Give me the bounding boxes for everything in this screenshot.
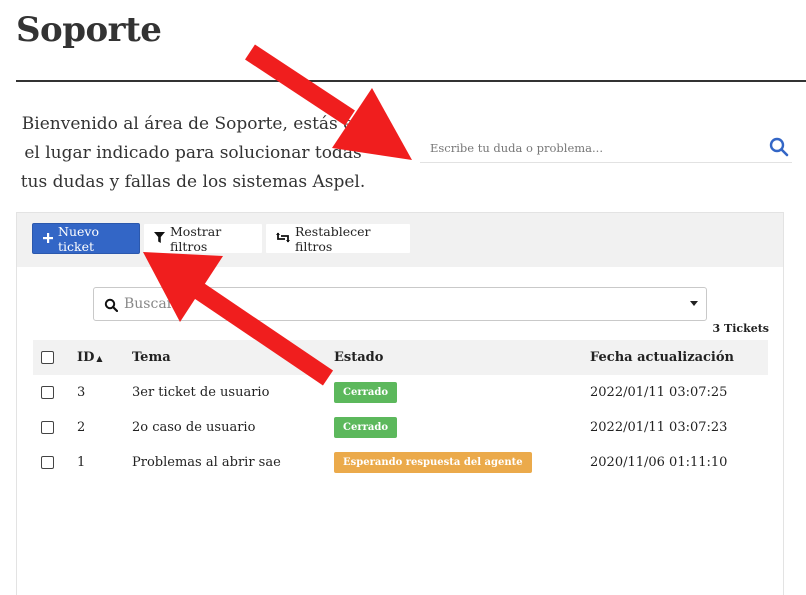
ticket-tema[interactable]: 3er ticket de usuario xyxy=(132,375,334,410)
sort-asc-icon: ▲ xyxy=(96,352,103,363)
tickets-toolbar: Nuevo ticket Mostrar filtros Restablecer… xyxy=(17,213,783,267)
ticket-estado-cell: Cerrado xyxy=(334,410,590,445)
show-filters-button[interactable]: Mostrar filtros xyxy=(143,223,263,254)
ticket-fecha: 2022/01/11 03:07:25 xyxy=(590,385,728,400)
ticket-search-combobox[interactable] xyxy=(93,287,707,321)
column-header-fecha[interactable]: Fecha actualización xyxy=(590,340,768,375)
ticket-estado-cell: Esperando respuesta del agente xyxy=(334,445,590,480)
status-badge: Esperando respuesta del agente xyxy=(334,452,532,473)
search-icon[interactable] xyxy=(768,136,790,158)
ticket-fecha: 2020/11/06 01:11:10 xyxy=(590,455,728,470)
table-row[interactable]: 3 3er ticket de usuario Cerrado 2022/01/… xyxy=(33,375,768,410)
new-ticket-button[interactable]: Nuevo ticket xyxy=(32,223,140,254)
column-header-tema[interactable]: Tema xyxy=(132,340,334,375)
column-header-id[interactable]: ID ▲ xyxy=(77,340,132,375)
status-badge: Cerrado xyxy=(334,417,397,438)
tickets-panel: Nuevo ticket Mostrar filtros Restablecer… xyxy=(16,212,784,595)
ticket-tema[interactable]: Problemas al abrir sae xyxy=(132,445,334,480)
row-select-cell xyxy=(33,410,77,445)
select-all-checkbox[interactable] xyxy=(41,351,54,364)
filter-icon xyxy=(154,231,165,246)
retweet-icon xyxy=(276,231,290,246)
search-icon xyxy=(104,297,119,316)
row-select-cell xyxy=(33,375,77,410)
reset-filters-button[interactable]: Restablecer filtros xyxy=(265,223,411,254)
row-checkbox[interactable] xyxy=(41,421,54,434)
select-all-cell xyxy=(33,340,77,375)
ticket-id: 3 xyxy=(77,385,86,400)
status-badge: Cerrado xyxy=(334,382,397,403)
plus-icon xyxy=(43,231,53,246)
page-title: Soporte xyxy=(16,10,162,50)
table-row[interactable]: 2 2o caso de usuario Cerrado 2022/01/11 … xyxy=(33,410,768,445)
help-search-bar xyxy=(420,133,792,163)
help-search-input[interactable] xyxy=(430,139,750,157)
ticket-id: 1 xyxy=(77,455,86,470)
welcome-text: Bienvenido al área de Soporte, estás en … xyxy=(20,114,366,192)
tickets-table: ID ▲ Tema Estado Fecha actualización 3 3e… xyxy=(33,340,768,480)
table-row[interactable]: 1 Problemas al abrir sae Esperando respu… xyxy=(33,445,768,480)
new-ticket-label: Nuevo ticket xyxy=(58,223,99,254)
column-header-estado[interactable]: Estado xyxy=(334,340,590,375)
row-select-cell xyxy=(33,445,77,480)
ticket-fecha: 2022/01/11 03:07:23 xyxy=(590,420,728,435)
table-header-row: ID ▲ Tema Estado Fecha actualización xyxy=(33,340,768,375)
ticket-search-input[interactable] xyxy=(124,295,664,313)
reset-filters-label: Restablecer filtros xyxy=(295,223,371,254)
ticket-tema[interactable]: 2o caso de usuario xyxy=(132,410,334,445)
row-checkbox[interactable] xyxy=(41,386,54,399)
title-divider xyxy=(16,80,806,82)
show-filters-label: Mostrar filtros xyxy=(170,223,222,254)
ticket-id: 2 xyxy=(77,420,86,435)
chevron-down-icon[interactable] xyxy=(690,301,698,306)
row-checkbox[interactable] xyxy=(41,456,54,469)
ticket-estado-cell: Cerrado xyxy=(334,375,590,410)
ticket-count: 3 Tickets xyxy=(712,322,769,335)
